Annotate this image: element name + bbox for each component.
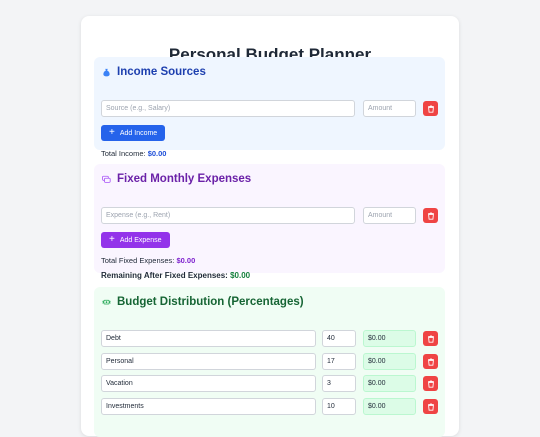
category-percent-input[interactable]: 10: [322, 398, 356, 415]
delete-category-button[interactable]: [423, 399, 438, 414]
category-amount: $0.00: [363, 375, 416, 392]
fixed-expenses-section-title: Fixed Monthly Expenses: [102, 173, 251, 185]
category-name-input[interactable]: Personal: [101, 353, 316, 370]
remaining-after-fixed: Remaining After Fixed Expenses: $0.00: [101, 271, 250, 280]
distribution-section-title: Budget Distribution (Percentages): [102, 296, 304, 308]
budget-planner-card: Personal Budget Planner Income Sources S…: [81, 16, 459, 437]
category-percent-input[interactable]: 17: [322, 353, 356, 370]
category-amount: $0.00: [363, 353, 416, 370]
expense-amount-input[interactable]: Amount: [363, 207, 416, 224]
add-expense-label: Add Expense: [119, 236, 162, 244]
add-expense-button[interactable]: + Add Expense: [101, 232, 170, 248]
trash-icon: [427, 375, 435, 393]
credit-cards-icon: [102, 175, 111, 184]
trash-icon: [427, 398, 435, 416]
delete-expense-button[interactable]: [423, 208, 438, 223]
delete-category-button[interactable]: [423, 354, 438, 369]
category-name-input[interactable]: Vacation: [101, 375, 316, 392]
trash-icon: [427, 353, 435, 371]
trash-icon: [427, 330, 435, 348]
delete-category-button[interactable]: [423, 331, 438, 346]
total-income: Total Income: $0.00: [101, 149, 166, 158]
total-fixed-expenses: Total Fixed Expenses: $0.00: [101, 256, 195, 265]
trash-icon: [427, 207, 435, 225]
remaining-label: Remaining After Fixed Expenses:: [101, 271, 228, 280]
total-fixed-value: $0.00: [176, 256, 196, 265]
delete-category-button[interactable]: [423, 376, 438, 391]
add-income-label: Add Income: [119, 129, 158, 137]
income-section-title: Income Sources: [102, 66, 206, 78]
income-source-input[interactable]: Source (e.g., Salary): [101, 100, 355, 117]
fixed-expenses-title-text: Fixed Monthly Expenses: [117, 173, 252, 185]
expense-name-input[interactable]: Expense (e.g., Rent): [101, 207, 355, 224]
category-percent-input[interactable]: 3: [322, 375, 356, 392]
plus-icon: +: [109, 127, 115, 138]
income-amount-input[interactable]: Amount: [363, 100, 416, 117]
category-percent-input[interactable]: 40: [322, 330, 356, 347]
category-amount: $0.00: [363, 398, 416, 415]
total-income-value: $0.00: [147, 149, 167, 158]
total-fixed-label: Total Fixed Expenses:: [101, 256, 175, 265]
category-name-input[interactable]: Debt: [101, 330, 316, 347]
category-name-input[interactable]: Investments: [101, 398, 316, 415]
remaining-value: $0.00: [230, 271, 251, 280]
distribution-title-text: Budget Distribution (Percentages): [117, 296, 304, 308]
plus-icon: +: [109, 234, 115, 245]
trash-icon: [427, 100, 435, 118]
money-wings-icon: [102, 298, 111, 307]
category-amount: $0.00: [363, 330, 416, 347]
fixed-expenses-section: Fixed Monthly Expenses Expense (e.g., Re…: [94, 164, 445, 280]
income-title-text: Income Sources: [117, 66, 206, 78]
delete-income-button[interactable]: [423, 101, 438, 116]
total-income-label: Total Income:: [101, 149, 146, 158]
add-income-button[interactable]: + Add Income: [101, 125, 166, 141]
income-section: Income Sources Source (e.g., Salary) Amo…: [94, 57, 445, 158]
budget-distribution-section: Budget Distribution (Percentages) Debt 4…: [94, 287, 445, 437]
money-bag-icon: [102, 68, 111, 77]
